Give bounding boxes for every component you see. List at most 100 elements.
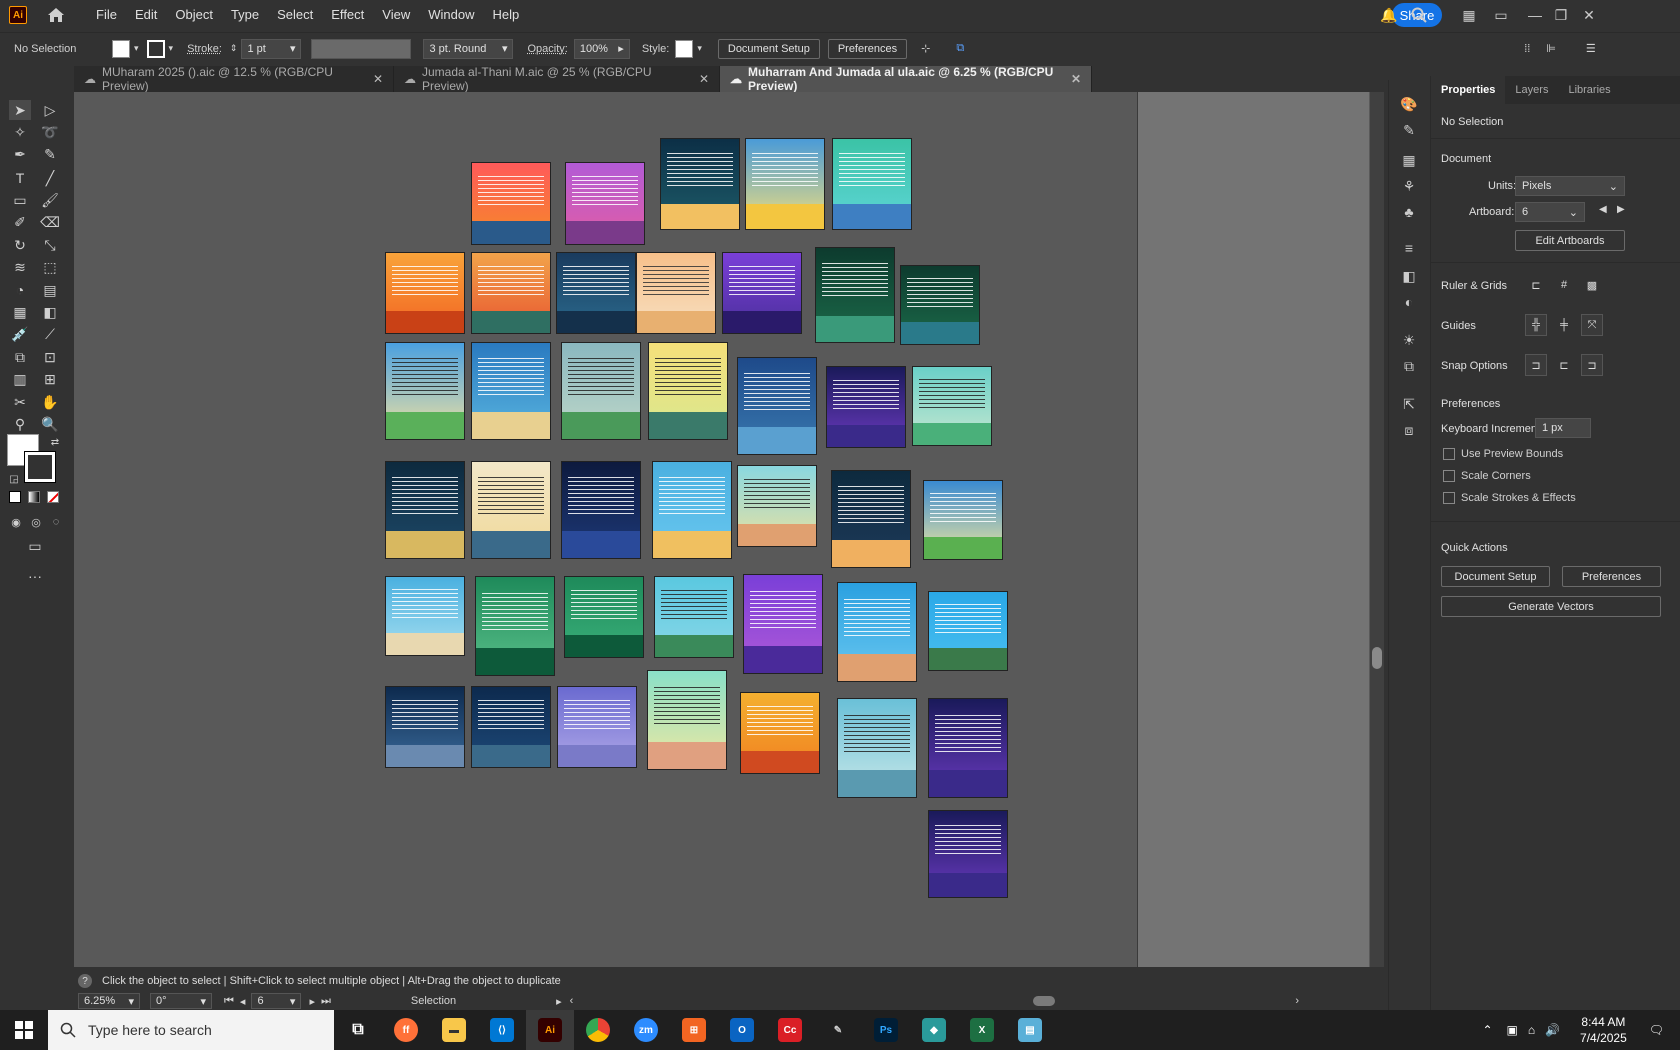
artboard-thumbnail[interactable] — [385, 576, 465, 656]
arrange-documents-icon[interactable]: ▦ — [1460, 6, 1478, 24]
artboard-thumbnail[interactable] — [471, 162, 551, 245]
measure-tool-icon[interactable]: ⟋ — [39, 324, 61, 344]
artboard-thumbnail[interactable] — [654, 576, 734, 658]
previous-artboard-icon[interactable]: ◀ — [1599, 204, 1607, 215]
artboard-thumbnail[interactable] — [385, 342, 465, 440]
minimize-icon[interactable]: — — [1526, 6, 1544, 24]
share-for-review-icon[interactable]: ⧉ — [956, 42, 964, 55]
paintbrush-tool-icon[interactable]: 🖌 — [39, 190, 61, 210]
generate-vectors-button[interactable]: Generate Vectors — [1441, 596, 1661, 617]
draw-normal-icon[interactable]: ◉ — [5, 512, 27, 532]
home-icon[interactable] — [45, 4, 67, 26]
gradient-mode-icon[interactable] — [28, 491, 40, 503]
lock-guides-icon[interactable]: ╪ — [1553, 314, 1575, 336]
artboard-thumbnail[interactable] — [471, 342, 551, 440]
shape-builder-tool-icon[interactable]: ◔ — [9, 280, 31, 300]
artboard-thumbnail[interactable] — [636, 252, 716, 334]
artboard-thumbnail[interactable] — [652, 461, 732, 559]
canvas-area[interactable] — [74, 92, 1370, 967]
shaper-tool-icon[interactable]: ✐ — [9, 212, 31, 232]
horizontal-scrollbar-thumb[interactable] — [1033, 996, 1056, 1006]
artboard-thumbnail[interactable] — [737, 357, 817, 455]
vscode-icon[interactable]: ⟨⟩ — [478, 1010, 526, 1050]
type-tool-icon[interactable]: T — [9, 168, 31, 188]
rulers-icon[interactable]: ⊏ — [1525, 274, 1547, 296]
style-chevron-icon[interactable]: ▾ — [697, 43, 702, 54]
none-mode-icon[interactable] — [47, 491, 59, 503]
graphic-styles-panel-icon[interactable]: ⧉ — [1399, 356, 1419, 376]
opacity-field[interactable]: 100% ▸ — [573, 38, 630, 59]
artboard-tool-icon[interactable]: ⊞ — [39, 369, 61, 389]
menu-edit[interactable]: Edit — [126, 0, 166, 30]
opacity-label[interactable]: Opacity: — [527, 43, 567, 55]
artboard-thumbnail[interactable] — [722, 252, 802, 334]
pen-app-icon[interactable]: ✎ — [814, 1010, 862, 1050]
menu-view[interactable]: View — [373, 0, 419, 30]
tab-layers[interactable]: Layers — [1505, 76, 1558, 104]
transparency-panel-icon[interactable]: ◐ — [1399, 292, 1419, 312]
align-icon[interactable]: ⊫ — [1546, 42, 1556, 55]
smart-guides-icon[interactable]: ⤧ — [1581, 314, 1603, 336]
curvature-tool-icon[interactable]: ✎ — [39, 144, 61, 164]
artboard-thumbnail[interactable] — [743, 574, 823, 674]
stroke-weight-dropdown[interactable]: 1 pt ▾ — [241, 38, 302, 59]
tab-muharram-and-jumada[interactable]: ☁ Muharram And Jumada al ula.aic @ 6.25 %… — [720, 65, 1092, 93]
artboard-thumbnail[interactable] — [556, 252, 636, 334]
artboard-thumbnail[interactable] — [471, 252, 551, 334]
artboard-dropdown[interactable]: 6 ⌄ — [1515, 202, 1585, 222]
clock[interactable]: 8:44 AM 7/4/2025 — [1580, 1014, 1627, 1046]
line-tool-icon[interactable]: ╱ — [39, 168, 61, 188]
gradient-tool-icon[interactable]: ◧ — [39, 302, 61, 322]
previous-artboard-icon[interactable]: ◂ — [240, 995, 246, 1008]
arrange-icon[interactable]: ⁞⁞ — [1524, 43, 1530, 55]
next-artboard-icon[interactable]: ▶ — [1617, 204, 1625, 215]
rotate-view-dropdown[interactable]: 0° ▾ — [150, 993, 212, 1009]
pen-tool-icon[interactable]: ✒ — [9, 144, 31, 164]
artboard-thumbnail[interactable] — [564, 576, 644, 658]
screen-mode-icon[interactable]: ▭ — [24, 536, 46, 556]
notepad-icon[interactable]: ▤ — [1006, 1010, 1054, 1050]
artboard-thumbnail[interactable] — [928, 810, 1008, 898]
artboard-thumbnail[interactable] — [565, 162, 645, 245]
artboard-thumbnail[interactable] — [928, 591, 1008, 671]
creative-cloud-icon[interactable]: Cc — [766, 1010, 814, 1050]
artboard-thumbnail[interactable] — [561, 342, 641, 440]
illustrator-taskbar-icon[interactable]: Ai — [526, 1010, 574, 1050]
artboard-thumbnail[interactable] — [385, 252, 465, 334]
artboard-thumbnail[interactable] — [660, 138, 740, 230]
scale-tool-icon[interactable]: ⤡ — [39, 235, 61, 255]
properties-panel-icon[interactable]: ✎ — [1399, 120, 1419, 140]
artboard-thumbnail[interactable] — [647, 670, 727, 770]
close-icon[interactable]: ✕ — [1071, 72, 1081, 86]
firefox-icon[interactable]: ff — [382, 1010, 430, 1050]
rotate-tool-icon[interactable]: ↻ — [9, 235, 31, 255]
stroke-label[interactable]: Stroke: — [187, 43, 222, 55]
gradient-panel-icon[interactable]: ◧ — [1399, 266, 1419, 286]
stroke-stepper-icon[interactable]: ⇕ — [230, 43, 238, 54]
menu-type[interactable]: Type — [222, 0, 268, 30]
artboards-panel-icon[interactable]: ⧈ — [1399, 420, 1419, 440]
artboard-thumbnail[interactable] — [745, 138, 825, 230]
snap-to-point-icon[interactable]: ⊐ — [1525, 354, 1547, 376]
workspace-switcher-icon[interactable]: ▭ — [1492, 6, 1510, 24]
artboard-thumbnail[interactable] — [912, 366, 992, 446]
snap-to-glyph-icon[interactable]: ⊐ — [1581, 354, 1603, 376]
chevron-up-icon[interactable]: ⌃ — [1482, 1023, 1492, 1037]
artboard-thumbnail[interactable] — [826, 366, 906, 448]
scrollbar-thumb[interactable] — [1372, 647, 1382, 669]
color-panel-icon[interactable]: 🎨 — [1399, 94, 1419, 114]
units-dropdown[interactable]: Pixels ⌄ — [1515, 176, 1625, 196]
menu-object[interactable]: Object — [166, 0, 222, 30]
stroke-color-swatch[interactable] — [24, 451, 56, 483]
preferences-button[interactable]: Preferences — [1562, 566, 1661, 587]
menu-window[interactable]: Window — [419, 0, 483, 30]
artboard-navigator[interactable]: 6 ▾ — [251, 993, 302, 1009]
taskbar-search[interactable]: Type here to search — [48, 1010, 334, 1050]
last-artboard-icon[interactable]: ⏭ — [321, 995, 331, 1008]
eyedropper-tool-icon[interactable]: 💉 — [9, 324, 31, 344]
export-panel-icon[interactable]: ⇱ — [1399, 394, 1419, 414]
edit-toolbar-icon[interactable]: ··· — [24, 566, 46, 586]
artboard-thumbnail[interactable] — [740, 692, 820, 774]
magic-wand-tool-icon[interactable]: ✧ — [9, 122, 31, 142]
menu-help[interactable]: Help — [483, 0, 528, 30]
